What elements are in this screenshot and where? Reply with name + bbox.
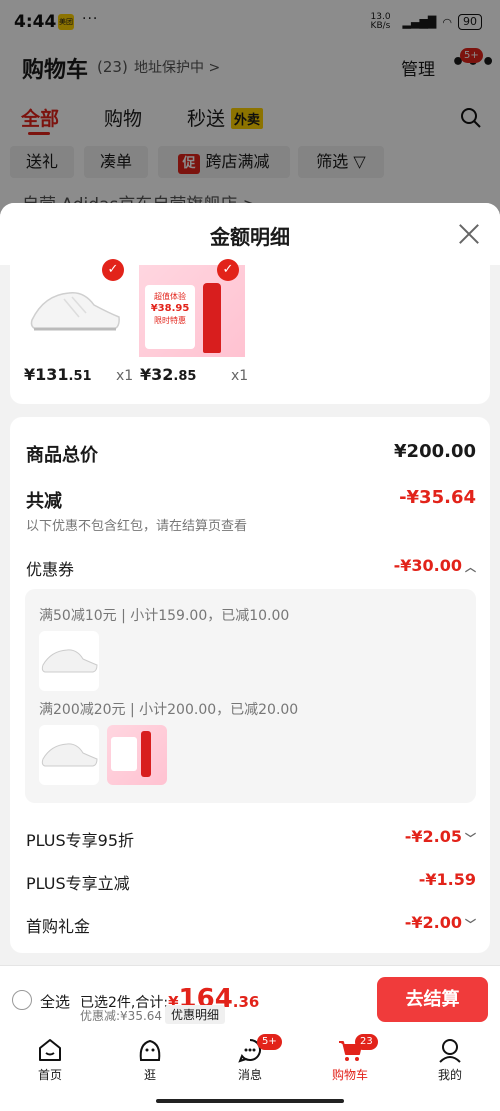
coupon-label: 优惠券 [26, 560, 75, 579]
dim-overlay[interactable] [0, 0, 500, 220]
close-icon[interactable] [456, 221, 482, 247]
product-item[interactable]: 超值体验 ¥38.95 限时特惠 ✓ ¥32.85 x1 [10, 259, 260, 404]
selected-check-icon[interactable]: ✓ [217, 259, 239, 281]
nav-cart[interactable]: 购物车 23 [315, 1034, 385, 1083]
browse-icon [139, 1039, 161, 1061]
reduce-label: 共减 [26, 491, 62, 512]
plus-reduce-value: -¥1.59 [418, 870, 476, 889]
coupon-line: 满50减10元 | 小计159.00，已减10.00 [39, 608, 290, 624]
reduce-value: -¥35.64 [399, 487, 476, 508]
selected-products-card: ✓ ¥131.51 x1 超值体验 ¥38.95 限时特惠 ✓ ¥32.85 x… [10, 259, 490, 404]
promo-card: 超值体验 ¥38.95 限时特惠 [145, 285, 195, 349]
sheet-title: 金额明细 [210, 225, 290, 249]
plus95-label: PLUS专享95折 [26, 831, 134, 850]
nav-message[interactable]: 消息 5+ [215, 1034, 285, 1083]
discount-text: 优惠减:¥35.64 [80, 1009, 163, 1023]
total-value: ¥200.00 [394, 441, 476, 462]
product-price: ¥32.85 [140, 365, 197, 384]
nav-browse[interactable]: 逛 [115, 1036, 185, 1083]
nav-profile[interactable]: 我的 [415, 1036, 485, 1083]
cart-badge: 23 [355, 1034, 378, 1050]
bottle-thumbnail [107, 725, 167, 785]
bottle-shape [203, 283, 221, 353]
chevron-down-icon: ﹀ [465, 918, 476, 931]
select-all-radio[interactable] [12, 990, 32, 1010]
chevron-down-icon: ﹀ [465, 832, 476, 845]
sheet-header: 金额明细 [0, 203, 500, 265]
reduce-note: 以下优惠不包含红包，请在结算页查看 [26, 519, 248, 534]
checkout-button[interactable]: 去结算 [377, 977, 488, 1022]
nav-home[interactable]: 首页 [15, 1036, 85, 1083]
home-indicator [156, 1099, 344, 1103]
product-qty: x1 [231, 368, 249, 384]
message-badge: 5+ [257, 1034, 282, 1050]
first-buy-value: -¥2.00 ﹀ [404, 913, 476, 932]
coupon-detail-box: 满50减10元 | 小计159.00，已减10.00 满200减20元 | 小计… [25, 589, 476, 803]
total-row: 商品总价 ¥200.00 [26, 441, 476, 471]
shoe-thumbnail [39, 725, 99, 785]
discount-detail-button[interactable]: 优惠明细 [165, 1005, 226, 1024]
shoe-thumbnail [39, 631, 99, 691]
plus95-value: -¥2.05 ﹀ [404, 827, 476, 846]
coupon-value: -¥30.00 ︿ [393, 556, 476, 575]
coupon-line: 满200减20元 | 小计200.00，已减20.00 [39, 702, 299, 718]
reduce-row: 共减 -¥35.64 以下优惠不包含红包，请在结算页查看 [26, 487, 476, 537]
plus-reduce-label: PLUS专享立减 [26, 874, 130, 893]
first-buy-row[interactable]: 首购礼金 -¥2.00 ﹀ [26, 913, 476, 941]
checkout-bar: 全选 已选2件,合计:¥164.36 优惠减:¥35.64 优惠明细 去结算 [0, 965, 500, 1030]
total-label: 商品总价 [26, 445, 98, 466]
chevron-up-icon: ︿ [465, 561, 476, 574]
plus95-row[interactable]: PLUS专享95折 -¥2.05 ﹀ [26, 827, 476, 855]
coupon-row[interactable]: 优惠券 -¥30.00 ︿ [26, 556, 476, 584]
home-icon [39, 1039, 61, 1061]
first-buy-label: 首购礼金 [26, 917, 91, 936]
select-all-label[interactable]: 全选 [40, 991, 70, 1012]
plus-reduce-row: PLUS专享立减 -¥1.59 [26, 870, 476, 898]
price-summary-card: 商品总价 ¥200.00 共减 -¥35.64 以下优惠不包含红包，请在结算页查… [10, 417, 490, 953]
profile-icon [439, 1039, 461, 1063]
